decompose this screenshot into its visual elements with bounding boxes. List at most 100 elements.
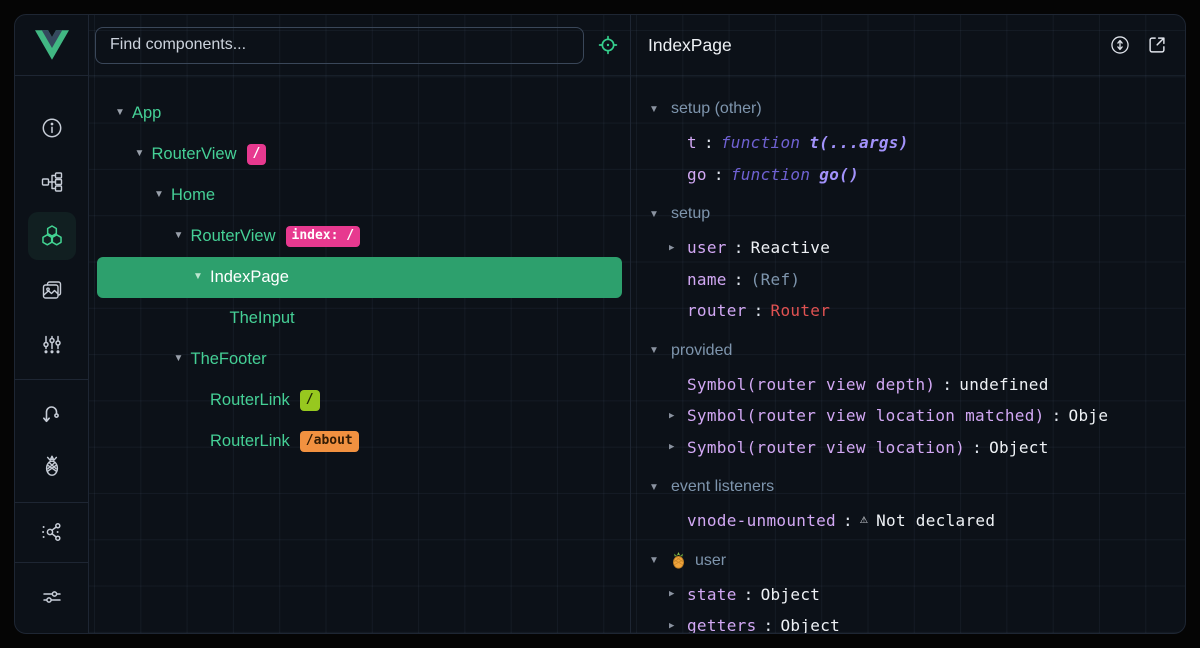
component-name: RouterView: [191, 227, 276, 246]
vue-logo: [15, 15, 88, 76]
key-value-separator: :: [972, 438, 982, 457]
section-header[interactable]: ▼ setup (other): [631, 91, 1185, 127]
state-item[interactable]: ▶getters:Object: [631, 610, 1185, 633]
devtools-window: ▼App▼RouterView/▼Home▼RouterViewindex: /…: [14, 14, 1186, 634]
key-value-separator: :: [734, 270, 744, 289]
target-icon[interactable]: [597, 34, 619, 56]
caret-right-icon[interactable]: ▶: [669, 243, 687, 253]
section-label: setup: [671, 205, 710, 223]
warning-icon: ⚠: [860, 512, 868, 527]
state-key: state: [687, 585, 737, 604]
state-item: t:functiont(...args): [631, 127, 1185, 159]
caret-down-icon[interactable]: ▼: [193, 271, 210, 282]
caret-down-icon: ▼: [649, 104, 662, 115]
inspector-content: ▼ setup (other) t:functiont(...args)go:fun…: [631, 76, 1185, 633]
key-value-separator: :: [714, 165, 724, 184]
key-value-separator: :: [1052, 406, 1062, 425]
search-input[interactable]: [95, 27, 584, 64]
sidebar-group: [40, 520, 64, 544]
component-tree: ▼App▼RouterView/▼Home▼RouterViewindex: /…: [89, 76, 630, 462]
caret-right-icon[interactable]: ▶: [669, 442, 687, 452]
inspector-title: IndexPage: [648, 35, 1094, 56]
state-key: Symbol(router view location): [687, 438, 965, 457]
state-key: vnode-unmounted: [687, 511, 836, 530]
tree-row-routerview[interactable]: ▼RouterViewindex: /: [97, 216, 622, 257]
info-icon[interactable]: [40, 116, 64, 140]
section-header[interactable]: ▼ user: [631, 543, 1185, 579]
tree-row-routerview[interactable]: ▼RouterView/: [97, 134, 622, 175]
timeline-icon[interactable]: [40, 332, 64, 356]
components-icon[interactable]: [40, 224, 64, 248]
caret-down-icon[interactable]: ▼: [154, 189, 171, 200]
pinia-icon[interactable]: [40, 454, 64, 478]
caret-down-icon: ▼: [649, 209, 662, 220]
router-icon[interactable]: [40, 402, 64, 426]
state-value: go(): [819, 165, 859, 184]
caret-down-icon[interactable]: ▼: [174, 353, 191, 364]
sidebar-nav: [15, 76, 88, 544]
caret-down-icon[interactable]: ▼: [135, 148, 152, 159]
state-section: ▼event listenersvnode-unmounted:⚠Not dec…: [631, 469, 1185, 537]
settings-icon[interactable]: [40, 585, 64, 609]
section-header[interactable]: ▼provided: [631, 333, 1185, 369]
component-name: App: [132, 104, 161, 123]
assets-icon[interactable]: [40, 278, 64, 302]
tree-row-home[interactable]: ▼Home: [97, 175, 622, 216]
pinia-store-icon: [671, 552, 686, 569]
key-value-separator: :: [764, 616, 774, 633]
section-label: event listeners: [671, 478, 774, 496]
state-item[interactable]: ▶Symbol(router view location): Object: [631, 432, 1185, 464]
state-item[interactable]: ▶user:Reactive: [631, 232, 1185, 264]
state-value: Obje: [1069, 406, 1109, 425]
state-item[interactable]: ▶Symbol(router view location matched): Ob…: [631, 400, 1185, 432]
component-name: RouterLink: [210, 432, 290, 451]
section-label: provided: [671, 342, 732, 360]
tree-row-theinput[interactable]: TheInput: [97, 298, 622, 339]
caret-down-icon[interactable]: ▼: [115, 107, 132, 118]
state-item[interactable]: ▶state:Object: [631, 579, 1185, 611]
state-key: go: [687, 165, 707, 184]
tree-row-routerlink[interactable]: RouterLink /: [97, 380, 622, 421]
caret-right-icon[interactable]: ▶: [669, 411, 687, 421]
key-value-separator: :: [843, 511, 853, 530]
key-value-separator: :: [744, 585, 754, 604]
open-in-editor-icon[interactable]: [1146, 34, 1168, 56]
route-badge: /: [300, 390, 320, 410]
tree-row-thefooter[interactable]: ▼TheFooter: [97, 339, 622, 380]
component-tree-icon[interactable]: [40, 170, 64, 194]
tree-toolbar: [89, 15, 630, 76]
state-value: Object: [989, 438, 1049, 457]
state-item: vnode-unmounted:⚠Not declared: [631, 505, 1185, 537]
state-section: ▼ setup ▶user:Reactive name: (Ref) router:Rou…: [631, 196, 1185, 327]
tree-row-indexpage[interactable]: ▼IndexPage: [97, 257, 622, 298]
key-value-separator: :: [734, 238, 744, 257]
component-name: Home: [171, 186, 215, 205]
caret-right-icon[interactable]: ▶: [669, 589, 687, 599]
component-name: RouterLink: [210, 391, 290, 410]
caret-down-icon[interactable]: ▼: [174, 230, 191, 241]
caret-right-icon[interactable]: ▶: [669, 621, 687, 631]
state-item: go:functiongo(): [631, 159, 1185, 191]
state-key: router: [687, 301, 747, 320]
graph-icon[interactable]: [40, 520, 64, 544]
section-header[interactable]: ▼ setup: [631, 196, 1185, 232]
scroll-to-component-icon[interactable]: [1109, 34, 1131, 56]
inspector-header: IndexPage: [631, 15, 1185, 76]
key-value-separator: :: [704, 133, 714, 152]
state-value: (Ref): [751, 270, 801, 289]
state-section: ▼ setup (other) t:functiont(...args)go:fun…: [631, 91, 1185, 190]
component-name: IndexPage: [210, 268, 289, 287]
state-key: Symbol(router view location matched): [687, 406, 1045, 425]
state-key: name: [687, 270, 727, 289]
caret-down-icon: ▼: [649, 555, 662, 566]
state-item: name: (Ref): [631, 264, 1185, 296]
tree-row-routerlink[interactable]: RouterLink/about: [97, 421, 622, 462]
caret-down-icon: ▼: [649, 482, 662, 493]
section-header[interactable]: ▼ event listeners: [631, 469, 1185, 505]
tree-row-app[interactable]: ▼App: [97, 93, 622, 134]
section-label: user: [695, 552, 726, 570]
key-value-separator: :: [942, 375, 952, 394]
section-label: setup (other): [671, 100, 762, 118]
sidebar-bottom: [15, 562, 88, 633]
state-item: router:Router: [631, 295, 1185, 327]
